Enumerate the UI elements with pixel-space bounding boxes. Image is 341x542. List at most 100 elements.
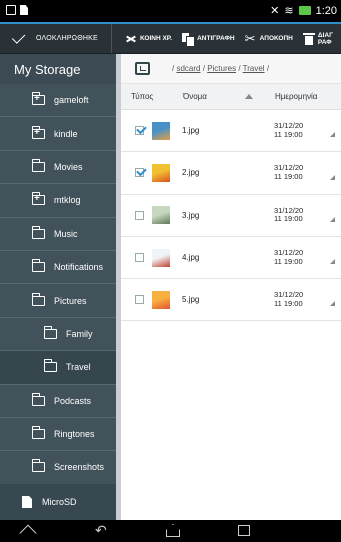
file-date-time: 11 19:00: [274, 129, 303, 139]
file-icon: [20, 5, 28, 15]
storage-title[interactable]: My Storage: [0, 54, 116, 84]
row-menu-corner-icon[interactable]: [330, 301, 335, 307]
sidebar-item-travel[interactable]: Travel: [0, 351, 116, 385]
share-icon: [125, 33, 137, 45]
image-thumbnail: [152, 290, 170, 309]
sidebar-item-label: gameloft: [54, 95, 89, 106]
column-name[interactable]: Όνομα: [169, 92, 261, 101]
breadcrumb-travel[interactable]: Travel: [243, 64, 265, 73]
done-label: ΟΛΟΚΛΗΡΩΘΗΚΕ: [36, 35, 98, 42]
image-thumbnail: [152, 206, 170, 225]
file-date-time: 11 19:00: [274, 256, 303, 266]
folder-icon: [31, 192, 45, 206]
check-icon: [11, 30, 26, 44]
file-date: 31/12/20 11 19:00: [274, 122, 324, 139]
image-thumbnail: [152, 163, 170, 182]
file-pane: / sdcard / Pictures / Travel / Τύπος Όνο…: [121, 54, 341, 520]
file-list: 1.jpg 31/12/20 11 19:00 2.jpg 31/12/20 11 19:…: [121, 110, 341, 322]
navigation-bar: ↶: [0, 520, 341, 542]
sidebar-item-label: Screenshots: [54, 462, 105, 473]
select-checkbox[interactable]: [135, 295, 144, 305]
table-row[interactable]: 5.jpg 31/12/20 11 19:00: [121, 279, 341, 322]
share-button[interactable]: ΚΟΙΝΗ ΧΡ.: [120, 24, 177, 53]
row-menu-corner-icon[interactable]: [330, 174, 335, 180]
sidebar-item-label: Pictures: [54, 295, 87, 306]
sidebar-item-movies[interactable]: Movies: [0, 151, 116, 185]
folder-icon: [43, 359, 57, 373]
file-name: 2.jpg: [182, 168, 200, 178]
file-name: 5.jpg: [182, 295, 200, 305]
sidebar-item-label: Travel: [66, 362, 91, 373]
folder-icon: [31, 158, 45, 172]
cut-label: ΑΠΟΚΟΠΗ: [259, 35, 293, 42]
path-separator: /: [172, 64, 175, 73]
action-bar: ΟΛΟΚΛΗΡΩΘΗΚΕ ΚΟΙΝΗ ΧΡ. ΑΝΤΙΓΡΑΦΗ ✂ ΑΠΟΚΟ…: [0, 22, 341, 54]
microsd-item[interactable]: MicroSD: [0, 484, 116, 520]
done-button[interactable]: ΟΛΟΚΛΗΡΩΘΗΚΕ: [0, 24, 112, 53]
sidebar-item-mtklog[interactable]: mtklog: [0, 184, 116, 218]
folder-icon: [31, 459, 45, 473]
sidebar-item-screenshots[interactable]: Screenshots: [0, 451, 116, 485]
sidebar-item-label: Movies: [54, 161, 83, 172]
select-checkbox[interactable]: [135, 253, 144, 263]
sidebar-item-label: Podcasts: [54, 395, 92, 406]
path-back-icon[interactable]: [135, 62, 150, 75]
column-name-label: Όνομα: [183, 92, 207, 101]
sidebar-item-ringtones[interactable]: Ringtones: [0, 418, 116, 452]
sidebar-item-gameloft[interactable]: gameloft: [0, 84, 116, 118]
sidebar-item-kindle[interactable]: kindle: [0, 117, 116, 151]
row-menu-corner-icon[interactable]: [330, 259, 335, 265]
path-separator: /: [238, 64, 241, 73]
table-row[interactable]: 4.jpg 31/12/20 11 19:00: [121, 237, 341, 280]
delete-button[interactable]: ΔΙΑΓ ΡΑΦ: [298, 24, 337, 53]
notification-icon: [6, 5, 16, 15]
breadcrumb-sdcard[interactable]: sdcard: [176, 64, 200, 73]
sidebar-item-music[interactable]: Music: [0, 218, 116, 251]
table-row[interactable]: 2.jpg 31/12/20 11 19:00: [121, 152, 341, 195]
select-checkbox[interactable]: [135, 168, 144, 178]
column-type[interactable]: Τύπος: [121, 92, 169, 101]
copy-button[interactable]: ΑΝΤΙΓΡΑΦΗ: [177, 24, 239, 53]
folder-icon: [31, 125, 45, 139]
folder-list: gameloft kindle Movies mtklog Music Notificat…: [0, 84, 116, 485]
folder-icon: [31, 392, 45, 406]
image-thumbnail: [152, 248, 170, 267]
breadcrumb: / sdcard / Pictures / Travel /: [121, 54, 341, 84]
file-name: 4.jpg: [182, 253, 200, 263]
clock: 1:20: [315, 4, 337, 17]
sidebar-item-family[interactable]: Family: [0, 318, 116, 352]
battery-icon: [298, 6, 311, 15]
file-date-time: 11 19:00: [274, 214, 303, 224]
sidebar-item-pictures[interactable]: Pictures: [0, 284, 116, 318]
folder-icon: [31, 292, 45, 306]
sidebar-item-label: Family: [66, 328, 93, 339]
folder-icon: [31, 259, 45, 273]
select-checkbox[interactable]: [135, 210, 144, 220]
file-date: 31/12/20 11 19:00: [274, 291, 324, 308]
sidebar-item-label: Music: [54, 228, 78, 239]
select-checkbox[interactable]: [135, 126, 144, 136]
sidebar-item-label: kindle: [54, 128, 78, 139]
table-row[interactable]: 3.jpg 31/12/20 11 19:00: [121, 195, 341, 237]
file-date: 31/12/20 11 19:00: [274, 249, 324, 266]
table-row[interactable]: 1.jpg 31/12/20 11 19:00: [121, 110, 341, 153]
file-date: 31/12/20 11 19:00: [274, 206, 324, 224]
copy-label: ΑΝΤΙΓΡΑΦΗ: [197, 35, 235, 42]
row-menu-corner-icon[interactable]: [330, 132, 335, 138]
sidebar-item-podcasts[interactable]: Podcasts: [0, 385, 116, 418]
home-icon[interactable]: [166, 524, 180, 537]
row-menu-corner-icon[interactable]: [330, 216, 335, 222]
path-separator: /: [266, 64, 270, 73]
file-name: 1.jpg: [182, 126, 200, 136]
path-separator: /: [202, 64, 205, 73]
folder-icon: [43, 325, 57, 339]
cut-button[interactable]: ✂ ΑΠΟΚΟΠΗ: [240, 24, 298, 53]
sidebar-item-notifications[interactable]: Notifications: [0, 251, 116, 285]
recent-apps-icon[interactable]: [238, 525, 250, 536]
back-icon[interactable]: ↶: [95, 523, 107, 537]
chevron-up-icon[interactable]: [19, 524, 37, 542]
breadcrumb-pictures[interactable]: Pictures: [207, 64, 236, 73]
column-date[interactable]: Ημερομηνία: [261, 92, 317, 101]
sidebar-item-label: Notifications: [54, 262, 104, 273]
microsd-label: MicroSD: [42, 497, 77, 507]
